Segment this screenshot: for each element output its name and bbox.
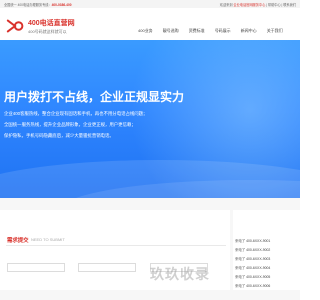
form-title-en: NEED TO SUBMIT: [31, 237, 65, 242]
nav-item-pricing[interactable]: 资费标准: [189, 28, 205, 34]
top-links: 欢迎来到 企业电话官网服务中心 | 帮助中心 | 联系我们: [220, 2, 296, 7]
top-bar: 全国统一 400电话办理服务专线：400-0386-400 欢迎来到 企业电话官…: [0, 0, 300, 8]
recent-call-row: 来电了 400-6XXX-9001: [235, 239, 271, 243]
main-nav: 400业务 靓号选购 资费标准 号码展示 新闻中心 关于我们: [138, 28, 293, 34]
nav-item-vanity-numbers[interactable]: 靓号选购: [163, 28, 179, 34]
hotline-number: 400-0386-400: [51, 3, 72, 7]
banner-headline: 用户拨打不占线，企业正规显实力: [4, 90, 185, 104]
site-header: 400PHONE.COM 400电话直营网 400号码就这样就可以 400业务 …: [0, 8, 300, 46]
help-contact-links[interactable]: | 帮助中心 | 联系我们: [266, 3, 296, 7]
brand-logo-icon[interactable]: [6, 17, 24, 35]
site-watermark: 玖玖收录: [150, 266, 210, 282]
form-divider: [6, 245, 226, 246]
recent-call-row: 来电了 400-6XXX-9005: [235, 275, 271, 279]
company-input[interactable]: [78, 263, 136, 272]
brand-name[interactable]: 400电话直营网: [28, 18, 75, 28]
recent-call-row: 来电了 400-6XXX-9004: [235, 266, 271, 270]
banner-line: 全国统一服务热线，提升企业品牌形象，企业更正规，用户更信赖；: [4, 122, 136, 127]
company-field: *公司名称: [78, 256, 136, 272]
hotline-label: 全国统一 400电话办理服务专线：: [4, 3, 52, 7]
banner-line: 企业400客服热线，整合企业现有固话和手机，再也不用分电话占线问题；: [4, 111, 148, 116]
hotline-text: 全国统一 400电话办理服务专线：400-0386-400: [4, 2, 72, 7]
recent-call-row: 来电了 400-6XXX-9002: [235, 248, 271, 252]
brand-slogan: 400号码就这样就可以: [28, 29, 67, 34]
nav-item-about[interactable]: 关于我们: [267, 28, 283, 34]
recent-call-row: 来电了 400-6XXX-9003: [235, 257, 271, 261]
name-field: *姓名: [7, 256, 65, 272]
name-input[interactable]: [7, 263, 65, 272]
nav-item-400[interactable]: 400业务: [138, 28, 153, 34]
service-center-link[interactable]: 企业电话官网服务中心: [233, 3, 265, 7]
hero-banner[interactable]: 用户拨打不占线，企业正规显实力 企业400客服热线，整合企业现有固话和手机，再也…: [0, 40, 300, 198]
nav-item-news[interactable]: 新闻中心: [241, 28, 257, 34]
form-title: 需求提交: [7, 238, 29, 244]
nav-item-showcase[interactable]: 号码展示: [215, 28, 231, 34]
recent-call-row: 来电了 400-6XXX-9006: [235, 284, 271, 288]
welcome-text: 欢迎来到: [219, 3, 233, 7]
banner-line: 保护隐私，手机号码隐藏底后，减少大量骚扰营销电话。: [4, 133, 114, 138]
